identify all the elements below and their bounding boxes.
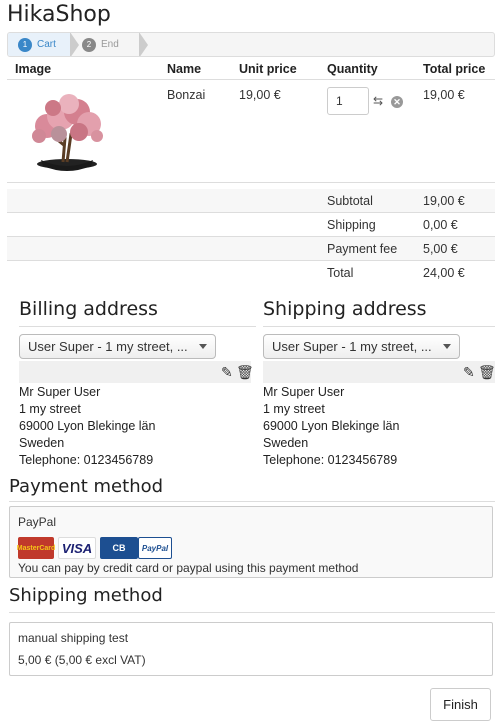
total-label: Total	[327, 266, 354, 280]
payment-fee-label: Payment fee	[327, 242, 398, 256]
shipping-address-select[interactable]: User Super - 1 my street, ...	[263, 334, 460, 359]
paypal-logo: PayPal	[138, 537, 172, 559]
shipping-method-price: 5,00 € (5,00 € excl VAT)	[18, 653, 146, 667]
step-label: Cart	[37, 39, 56, 50]
shipping-row: Shipping 0,00 €	[7, 213, 495, 237]
pencil-icon[interactable]: ✎	[463, 363, 475, 381]
billing-line-phone: Telephone: 0123456789	[19, 453, 154, 467]
step-number: 2	[82, 37, 96, 52]
billing-line-street: 1 my street	[19, 402, 81, 416]
refresh-icon[interactable]: ⇆	[373, 95, 383, 107]
billing-address-selected: User Super - 1 my street, ...	[28, 339, 188, 354]
step-end[interactable]: 2 End	[80, 33, 140, 56]
chevron-down-icon	[199, 344, 207, 349]
trash-icon[interactable]: 🗑	[478, 363, 496, 381]
billing-line-country: Sweden	[19, 436, 65, 450]
quantity-input[interactable]	[327, 87, 369, 115]
shipping-line-street: 1 my street	[263, 402, 325, 416]
billing-address-details: Mr Super User 1 my street 69000 Lyon Ble…	[19, 384, 155, 469]
shipping-line-phone: Telephone: 0123456789	[263, 453, 398, 467]
checkout-steps: 1 Cart 2 End	[7, 32, 495, 57]
subtotal-label: Subtotal	[327, 194, 373, 208]
trash-icon[interactable]: 🗑	[236, 363, 254, 381]
payment-fee-row: Payment fee 5,00 €	[7, 237, 495, 261]
header-quantity: Quantity	[327, 62, 378, 76]
billing-line-name: Mr Super User	[19, 385, 101, 399]
shipping-method-name: manual shipping test	[18, 631, 129, 645]
total-row: Total 24,00 €	[7, 261, 495, 285]
shipping-line-name: Mr Super User	[263, 385, 345, 399]
shipping-value: 0,00 €	[423, 218, 458, 232]
product-name[interactable]: Bonzai	[167, 88, 205, 102]
step-separator	[139, 33, 148, 56]
shipping-option[interactable]: manual shipping test 5,00 € (5,00 € excl…	[9, 622, 493, 676]
divider	[9, 501, 495, 502]
shipping-label: Shipping	[327, 218, 376, 232]
total-value: 24,00 €	[423, 266, 465, 280]
header-image: Image	[15, 62, 52, 76]
pencil-icon[interactable]: ✎	[221, 363, 233, 381]
divider	[9, 612, 495, 613]
billing-address-title: Billing address	[19, 298, 158, 320]
cb-logo: CB	[100, 537, 138, 559]
chevron-down-icon	[443, 344, 451, 349]
cart-item-row: Bonzai 19,00 € ⇆ ✕ 19,00 €	[7, 80, 495, 183]
divider	[19, 326, 256, 327]
shipping-address-title: Shipping address	[263, 298, 427, 320]
cart-table-header: Image Name Unit price Quantity Total pri…	[7, 60, 495, 80]
step-cart[interactable]: 1 Cart	[8, 33, 78, 56]
header-unit-price: Unit price	[239, 62, 297, 76]
remove-icon[interactable]: ✕	[391, 96, 403, 108]
mastercard-logo: MasterCard	[17, 537, 55, 559]
payment-description: You can pay by credit card or paypal usi…	[18, 561, 359, 575]
payment-name: PayPal	[18, 515, 57, 529]
product-image[interactable]	[17, 86, 117, 178]
payment-method-title: Payment method	[9, 476, 164, 497]
product-total-price: 19,00 €	[423, 88, 465, 102]
step-number: 1	[18, 37, 32, 52]
payment-fee-value: 5,00 €	[423, 242, 458, 256]
product-unit-price: 19,00 €	[239, 88, 281, 102]
header-name: Name	[167, 62, 202, 76]
shipping-method-title: Shipping method	[9, 585, 163, 606]
subtotal-value: 19,00 €	[423, 194, 465, 208]
shipping-line-city: 69000 Lyon Blekinge län	[263, 419, 400, 433]
shipping-line-country: Sweden	[263, 436, 309, 450]
subtotal-row: Subtotal 19,00 €	[7, 189, 495, 213]
step-label: End	[101, 39, 119, 50]
shipping-address-details: Mr Super User 1 my street 69000 Lyon Ble…	[263, 384, 399, 469]
payment-option[interactable]: PayPal MasterCard VISA CB PayPal You can…	[9, 506, 493, 578]
divider	[263, 326, 495, 327]
header-total-price: Total price	[423, 62, 486, 76]
billing-address-select[interactable]: User Super - 1 my street, ...	[19, 334, 216, 359]
billing-address-toolbar: ✎ 🗑	[19, 361, 254, 383]
shipping-address-selected: User Super - 1 my street, ...	[272, 339, 432, 354]
finish-button[interactable]: Finish	[430, 688, 491, 721]
site-title: HikaShop	[7, 2, 111, 27]
visa-logo: VISA	[58, 537, 96, 559]
step-separator	[70, 33, 79, 56]
billing-line-city: 69000 Lyon Blekinge län	[19, 419, 156, 433]
shipping-address-toolbar: ✎ 🗑	[263, 361, 496, 383]
